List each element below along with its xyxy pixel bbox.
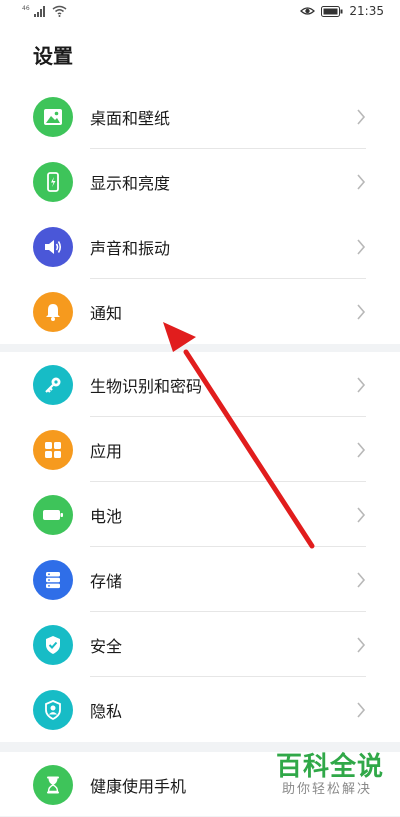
- chevron-right-icon: [357, 108, 366, 125]
- setting-row-display[interactable]: 显示和亮度: [0, 149, 400, 214]
- header: 设置: [0, 28, 400, 84]
- setting-label: 桌面和壁纸: [90, 108, 171, 128]
- bell-icon: [33, 291, 73, 332]
- storage-icon: [33, 559, 73, 600]
- privacy-shield-icon: [33, 689, 73, 730]
- chevron-right-icon: [357, 506, 366, 523]
- setting-row-battery[interactable]: 电池: [0, 482, 400, 547]
- setting-row-apps[interactable]: 应用: [0, 417, 400, 482]
- apps-grid-icon: [33, 429, 73, 470]
- chevron-right-icon: [357, 701, 366, 718]
- setting-label: 电池: [90, 506, 123, 526]
- setting-label: 健康使用手机: [90, 776, 187, 796]
- setting-label: 生物识别和密码: [90, 376, 203, 396]
- status-time: 21:35: [349, 4, 384, 18]
- shield-check-icon: [33, 624, 73, 665]
- setting-row-security[interactable]: 安全: [0, 612, 400, 677]
- battery-status-icon: [321, 5, 343, 17]
- chevron-right-icon: [357, 636, 366, 653]
- chevron-right-icon: [357, 571, 366, 588]
- settings-group-2: 声音和振动 通知: [0, 214, 400, 344]
- setting-row-privacy[interactable]: 隐私: [0, 677, 400, 742]
- setting-label: 通知: [90, 303, 123, 323]
- setting-row-biometrics[interactable]: 生物识别和密码: [0, 352, 400, 417]
- speaker-icon: [33, 226, 73, 267]
- status-left: 46: [22, 5, 67, 17]
- eye-comfort-icon: [300, 7, 316, 15]
- status-bar: 46 21:35: [0, 0, 400, 28]
- battery-icon: [33, 494, 73, 535]
- image-icon: [33, 96, 73, 137]
- chevron-right-icon: [357, 303, 366, 320]
- watermark: 百科全说 助你轻松解决: [276, 752, 388, 798]
- setting-label: 应用: [90, 441, 123, 461]
- setting-label: 显示和亮度: [90, 173, 171, 193]
- page-title: 设置: [33, 44, 73, 68]
- chevron-right-icon: [357, 238, 366, 255]
- chevron-right-icon: [357, 173, 366, 190]
- hourglass-icon: [33, 764, 73, 805]
- setting-label: 声音和振动: [90, 238, 171, 258]
- chevron-right-icon: [357, 441, 366, 458]
- settings-group-3: 生物识别和密码 应用 电池 存储 安全 隐私: [0, 352, 400, 742]
- phone-brightness-icon: [33, 161, 73, 202]
- setting-label: 存储: [90, 571, 123, 591]
- setting-label: 隐私: [90, 701, 123, 721]
- settings-group-1: 桌面和壁纸 显示和亮度: [0, 84, 400, 214]
- signal-icon: [33, 6, 45, 17]
- network-type-label: 46: [22, 5, 30, 12]
- chevron-right-icon: [357, 376, 366, 393]
- setting-row-storage[interactable]: 存储: [0, 547, 400, 612]
- key-icon: [33, 364, 73, 405]
- status-right: 21:35: [300, 4, 384, 18]
- setting-row-sound[interactable]: 声音和振动: [0, 214, 400, 279]
- setting-row-notifications[interactable]: 通知: [0, 279, 400, 344]
- wifi-icon: [52, 5, 67, 17]
- watermark-subtitle: 助你轻松解决: [282, 782, 373, 797]
- setting-label: 安全: [90, 636, 123, 656]
- settings-screen: 46 21:35 设置 桌面和壁纸 显示和亮度 声音和振动 通知 生物识别和密码…: [0, 0, 400, 816]
- watermark-title: 百科全说: [276, 752, 385, 782]
- setting-row-wallpaper[interactable]: 桌面和壁纸: [0, 84, 400, 149]
